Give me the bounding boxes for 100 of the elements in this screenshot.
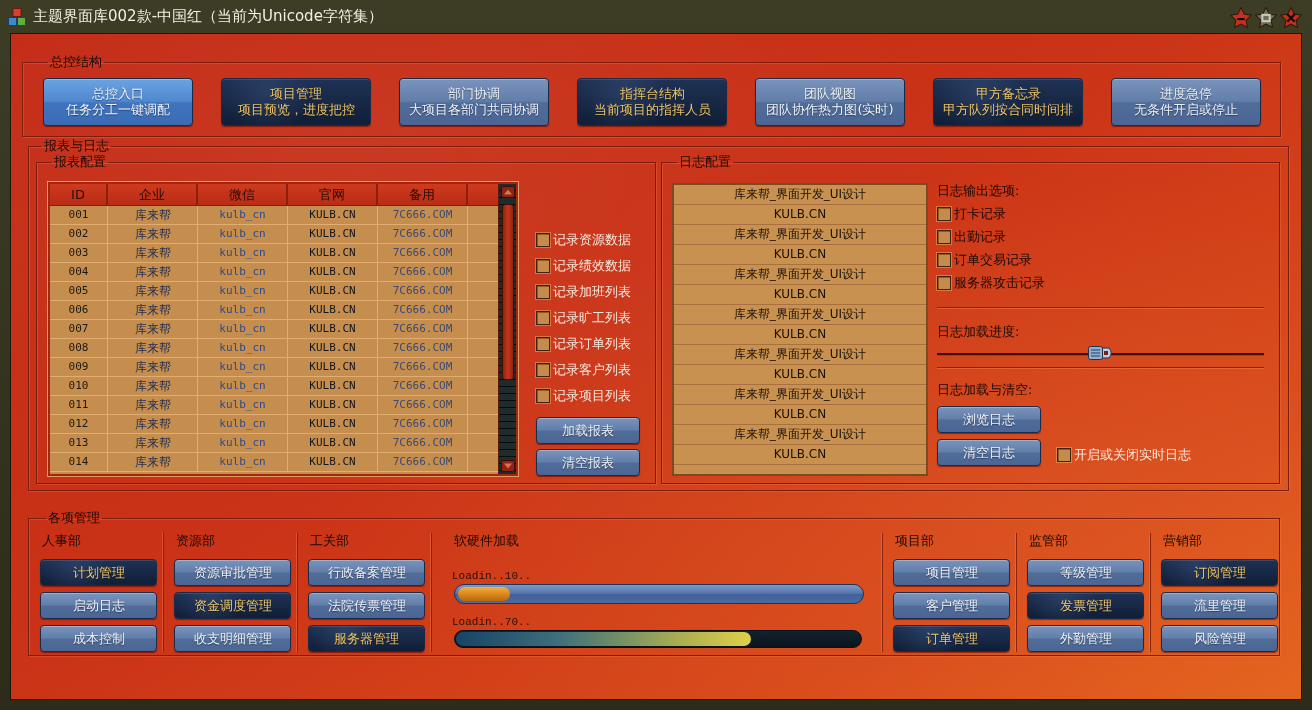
table-cell: 库来帮: [108, 415, 198, 433]
checkbox[interactable]: [536, 311, 550, 325]
table-cell: KULB.CN: [288, 320, 378, 338]
group-title: 项目部: [895, 533, 935, 549]
down-arrow-icon[interactable]: [500, 460, 515, 472]
menu-button[interactable]: 计划管理: [40, 559, 157, 586]
checkbox[interactable]: [937, 275, 951, 290]
checkbox-label: 记录项目列表: [553, 387, 631, 405]
table-cell: 库来帮: [108, 225, 198, 243]
menu-button[interactable]: 收支明细管理: [174, 625, 291, 652]
menu-button[interactable]: 资金调度管理: [174, 592, 291, 619]
table-cell: 006: [50, 301, 108, 319]
menu-button[interactable]: 等级管理: [1027, 559, 1144, 586]
table-cell: KULB.CN: [288, 206, 378, 224]
table-cell: kulb_cn: [198, 301, 288, 319]
log-entry: 库来帮_界面开发_UI设计: [674, 345, 926, 365]
menu-button[interactable]: 项目管理: [893, 559, 1010, 586]
table-cell: KULB.CN: [288, 415, 378, 433]
table-cell: KULB.CN: [288, 358, 378, 376]
checkbox[interactable]: [937, 206, 951, 221]
nav-button[interactable]: 甲方备忘录 甲方队列按合同时间排: [933, 78, 1083, 126]
checkbox[interactable]: [536, 389, 550, 403]
table-cell: KULB.CN: [288, 225, 378, 243]
log-entry: 库来帮_界面开发_UI设计: [674, 425, 926, 445]
checkbox-label: 记录加班列表: [553, 283, 631, 301]
menu-button[interactable]: 法院传票管理: [308, 592, 425, 619]
table-cell: 7C666.COM: [378, 206, 468, 224]
menu-button[interactable]: 订单管理: [893, 625, 1010, 652]
action-button[interactable]: 清空报表: [536, 449, 640, 476]
group-title: 监管部: [1029, 533, 1069, 549]
menu-button[interactable]: 资源审批管理: [174, 559, 291, 586]
scrollbar[interactable]: [498, 184, 516, 474]
nav-button[interactable]: 项目管理 项目预览，进度把控: [221, 78, 371, 126]
nav-button[interactable]: 部门协调 大项目各部门共同协调: [399, 78, 549, 126]
table-cell: 004: [50, 263, 108, 281]
table-cell: 7C666.COM: [378, 415, 468, 433]
cubes-icon: [8, 7, 26, 26]
table-cell: KULB.CN: [288, 396, 378, 414]
log-entry: 库来帮_界面开发_UI设计: [674, 225, 926, 245]
table-cell: kulb_cn: [198, 396, 288, 414]
table-cell: 7C666.COM: [378, 244, 468, 262]
checkbox[interactable]: [1057, 448, 1071, 462]
table-cell: 7C666.COM: [378, 377, 468, 395]
menu-button[interactable]: 发票管理: [1027, 592, 1144, 619]
table-cell: 001: [50, 206, 108, 224]
menu-button[interactable]: 订阅管理: [1161, 559, 1278, 586]
checkbox-label: 记录绩效数据: [553, 257, 631, 275]
table-cell: kulb_cn: [198, 377, 288, 395]
checkbox[interactable]: [937, 252, 951, 267]
nav-button[interactable]: 团队视图 团队协作热力图(实时): [755, 78, 905, 126]
table-cell: 009: [50, 358, 108, 376]
table-cell: 7C666.COM: [378, 301, 468, 319]
progress-label: Loadin..70..: [452, 615, 533, 629]
menu-button[interactable]: 行政备案管理: [308, 559, 425, 586]
slider-handle[interactable]: [1087, 345, 1114, 361]
table-cell: kulb_cn: [198, 453, 288, 471]
minimize-icon[interactable]: [1230, 7, 1252, 28]
checkbox[interactable]: [937, 229, 951, 244]
table-cell: kulb_cn: [198, 225, 288, 243]
action-button[interactable]: 清空日志: [937, 439, 1041, 466]
checkbox[interactable]: [536, 337, 550, 351]
menu-button[interactable]: 外勤管理: [1027, 625, 1144, 652]
table-cell: 008: [50, 339, 108, 357]
action-button[interactable]: 浏览日志: [937, 406, 1041, 433]
option-heading: 日志加载进度:: [937, 324, 1020, 340]
section-title: 日志配置: [678, 154, 732, 170]
close-icon[interactable]: [1280, 7, 1302, 28]
action-button[interactable]: 加载报表: [536, 417, 640, 444]
menu-button[interactable]: 成本控制: [40, 625, 157, 652]
table-cell: 库来帮: [108, 282, 198, 300]
table-cell: 7C666.COM: [378, 263, 468, 281]
table-cell: 7C666.COM: [378, 282, 468, 300]
nav-button[interactable]: 指挥台结构 当前项目的指挥人员: [577, 78, 727, 126]
table-cell: 7C666.COM: [378, 453, 468, 471]
table-cell: 库来帮: [108, 396, 198, 414]
menu-button[interactable]: 客户管理: [893, 592, 1010, 619]
menu-button[interactable]: 流里管理: [1161, 592, 1278, 619]
menu-button[interactable]: 启动日志: [40, 592, 157, 619]
checkbox[interactable]: [536, 259, 550, 273]
log-entry: 库来帮_界面开发_UI设计: [674, 265, 926, 285]
nav-button[interactable]: 总控入口 任务分工一键调配: [43, 78, 193, 126]
table-cell: 库来帮: [108, 358, 198, 376]
table-cell: KULB.CN: [288, 301, 378, 319]
table-cell: 库来帮: [108, 453, 198, 471]
table-cell: kulb_cn: [198, 339, 288, 357]
log-entry: KULB.CN: [674, 445, 926, 465]
nav-button[interactable]: 进度急停 无条件开启或停止: [1111, 78, 1261, 126]
checkbox-label: 记录旷工列表: [553, 309, 631, 327]
checkbox[interactable]: [536, 363, 550, 377]
table-cell: 007: [50, 320, 108, 338]
up-arrow-icon[interactable]: [500, 186, 515, 198]
table-cell: 7C666.COM: [378, 434, 468, 452]
menu-button[interactable]: 服务器管理: [308, 625, 425, 652]
option-heading: 日志加载与清空:: [937, 382, 1033, 398]
menu-button[interactable]: 风险管理: [1161, 625, 1278, 652]
table-cell: kulb_cn: [198, 358, 288, 376]
checkbox[interactable]: [536, 285, 550, 299]
table-cell: 库来帮: [108, 320, 198, 338]
scrollbar-thumb[interactable]: [501, 204, 514, 380]
checkbox[interactable]: [536, 233, 550, 247]
